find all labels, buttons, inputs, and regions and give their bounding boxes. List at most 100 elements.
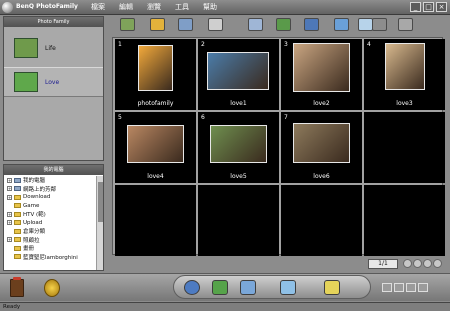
status-text: Ready <box>3 304 21 310</box>
view-mode-4-icon[interactable] <box>418 283 428 292</box>
photo-name: photofamily <box>137 100 174 107</box>
album-label: Life <box>45 44 56 52</box>
cell-number: 4 <box>367 41 371 48</box>
app-title: BenQ PhotoFamily <box>16 3 78 10</box>
first-page-icon[interactable] <box>403 259 412 268</box>
web-icon[interactable] <box>334 18 349 31</box>
expand-toggle-icon[interactable]: + <box>7 211 12 217</box>
tree-scroll-thumb[interactable] <box>98 182 103 222</box>
photo-cell[interactable]: 2 love1 <box>198 39 279 110</box>
photo-thumbnail[interactable] <box>210 125 267 163</box>
folder-icon <box>14 245 21 251</box>
tree-item[interactable]: 藍寶堅尼lamborghini <box>4 253 97 262</box>
edit-pencil-icon[interactable] <box>324 280 340 295</box>
photo-name: love3 <box>396 100 413 107</box>
album-label: Love <box>45 78 60 86</box>
tree-item-label: 藍寶堅尼lamborghini <box>23 254 78 261</box>
photo-cell[interactable]: 3 love2 <box>281 39 362 110</box>
tree-item-label: Game <box>23 202 40 209</box>
close-icon[interactable]: × <box>436 2 447 12</box>
photo-name: love2 <box>313 100 330 107</box>
album-item-love[interactable]: Love <box>4 67 103 97</box>
expand-toggle-icon[interactable]: + <box>7 186 12 192</box>
print-icon[interactable] <box>208 18 223 31</box>
tree-item[interactable]: + Download <box>4 193 97 202</box>
folder-icon <box>14 220 21 226</box>
photo-thumbnail[interactable] <box>385 43 425 90</box>
folder-tree: + 我的電腦 + 網路上的芳鄰 + Download Game + HTV (範) + Upload… <box>4 176 97 270</box>
menu-help[interactable]: 幫助 <box>196 0 224 14</box>
view-mode-3-icon[interactable] <box>406 283 416 292</box>
tree-item-label: 畫冊 <box>23 246 35 253</box>
tree-item[interactable]: + Upload <box>4 219 97 228</box>
tree-item[interactable]: + 網路上的芳鄰 <box>4 185 97 194</box>
copy-icon[interactable] <box>248 18 263 31</box>
expand-toggle-icon[interactable]: + <box>7 177 12 183</box>
computer-icon <box>14 177 21 183</box>
cell-number: 7 <box>284 114 288 121</box>
settings-icon[interactable] <box>372 18 387 31</box>
view-mode-1-icon[interactable] <box>382 283 392 292</box>
share-icon[interactable] <box>358 18 373 31</box>
tree-item[interactable]: 畫冊 <box>4 244 97 253</box>
photo-cell[interactable]: 1 photofamily <box>115 39 196 110</box>
archive-icon[interactable] <box>44 279 60 297</box>
tree-item[interactable]: Game <box>4 202 97 211</box>
album-item-life[interactable]: Life <box>4 33 103 63</box>
photo-cell[interactable]: 7 love6 <box>281 112 362 183</box>
tree-item[interactable]: + 照顧拉 <box>4 236 97 245</box>
restore-icon[interactable]: □ <box>423 2 434 12</box>
menu-bar: 檔案 編輯 瀏覽 工具 幫助 <box>84 0 224 14</box>
tree-item[interactable]: + 我的電腦 <box>4 176 97 185</box>
window-controls: _ □ × <box>410 2 447 12</box>
empty-cell <box>281 185 362 256</box>
slideshow-icon[interactable] <box>280 280 296 295</box>
tree-item-label: 倉庫分類 <box>23 229 46 236</box>
cell-number: 5 <box>118 114 122 121</box>
minimize-icon[interactable]: _ <box>410 2 421 12</box>
trash-icon[interactable] <box>10 277 24 297</box>
view-mode-icon[interactable] <box>398 18 413 31</box>
scan-icon[interactable] <box>178 18 193 31</box>
globe-icon[interactable] <box>184 280 200 295</box>
folder-icon <box>14 194 21 200</box>
computer-icon <box>14 186 21 192</box>
tree-item[interactable]: 倉庫分類 <box>4 227 97 236</box>
tree-scrollbar[interactable] <box>96 176 103 270</box>
photo-cell[interactable]: 6 love5 <box>198 112 279 183</box>
folder-icon <box>14 211 21 217</box>
menu-edit[interactable]: 編輯 <box>112 0 140 14</box>
photo-thumbnail[interactable] <box>293 43 350 92</box>
cell-number: 6 <box>201 114 205 121</box>
scanner-icon[interactable] <box>240 280 256 295</box>
toolbar <box>108 16 450 35</box>
expand-toggle-icon[interactable]: + <box>7 220 12 226</box>
menu-file[interactable]: 檔案 <box>84 0 112 14</box>
empty-cell <box>198 185 279 256</box>
photo-thumbnail[interactable] <box>293 123 350 163</box>
album-book-icon <box>14 38 38 58</box>
photo-thumbnail[interactable] <box>138 45 173 91</box>
menu-view[interactable]: 瀏覽 <box>140 0 168 14</box>
prev-page-icon[interactable] <box>413 259 422 268</box>
photo-name: love6 <box>313 173 330 180</box>
album-panel: Photo Family Life Love <box>3 16 104 161</box>
open-folder-icon[interactable] <box>150 18 165 31</box>
view-mode-2-icon[interactable] <box>394 283 404 292</box>
tree-panel-header: 我的電腦 <box>4 165 103 175</box>
save-icon[interactable] <box>304 18 319 31</box>
photo-cell[interactable]: 5 love4 <box>115 112 196 183</box>
send-email-icon[interactable] <box>276 18 291 31</box>
photo-cell[interactable]: 4 love3 <box>364 39 445 110</box>
expand-toggle-icon[interactable]: + <box>7 237 12 243</box>
menu-tools[interactable]: 工具 <box>168 0 196 14</box>
expand-toggle-icon[interactable]: + <box>7 194 12 200</box>
last-page-icon[interactable] <box>433 259 442 268</box>
next-page-icon[interactable] <box>423 259 432 268</box>
download-icon[interactable] <box>212 280 228 295</box>
import-photos-icon[interactable] <box>120 18 135 31</box>
tree-item[interactable]: + HTV (範) <box>4 210 97 219</box>
photo-thumbnail[interactable] <box>207 52 269 90</box>
photo-thumbnail[interactable] <box>127 125 184 163</box>
photo-name: love5 <box>230 173 247 180</box>
